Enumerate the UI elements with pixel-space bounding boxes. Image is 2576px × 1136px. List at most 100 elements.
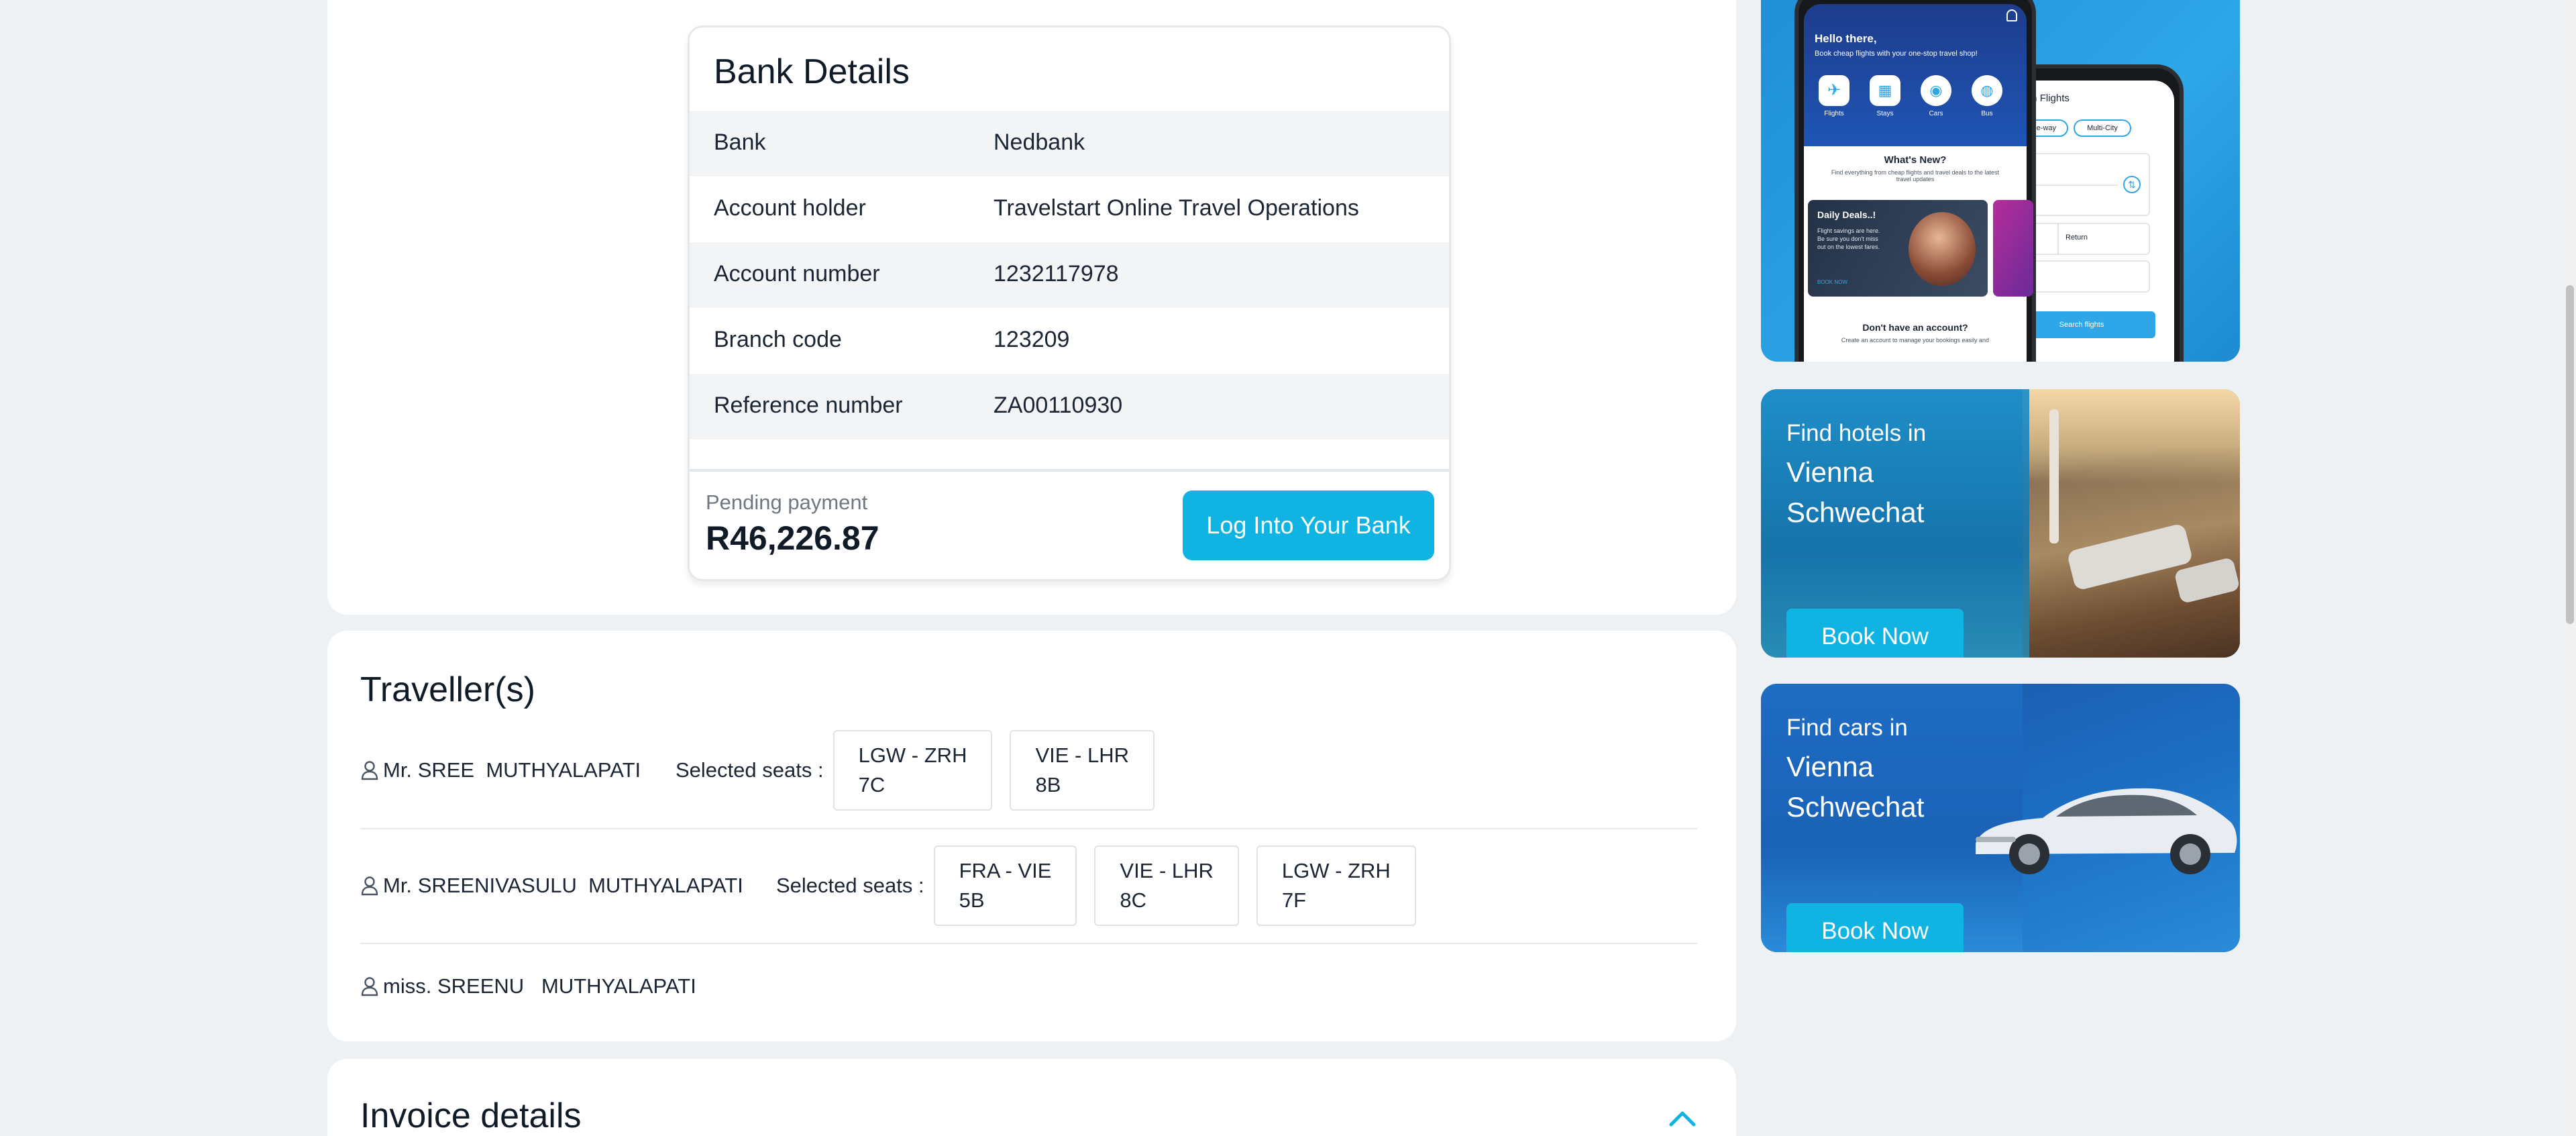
whats-new-subtitle: Find everything from cheap flights and t… <box>1831 169 2000 183</box>
bank-row-value: Nedbank <box>994 130 1085 155</box>
traveller-row: Mr. SREENIVASULU MUTHYALAPATI Selected s… <box>360 845 1697 926</box>
bank-row-value: 123209 <box>994 327 1070 352</box>
hotels-promo-text: Find hotels in Vienna Schwechat <box>1786 420 1926 533</box>
bank-row-label: Account number <box>714 261 880 287</box>
deal-photo <box>1909 212 1976 286</box>
no-account-title: Don't have an account? <box>1862 322 1968 333</box>
bank-row-value: ZA00110930 <box>994 393 1123 418</box>
seat-route: VIE - LHR <box>1035 743 1129 767</box>
cars-promo-line: Find cars in <box>1786 715 1908 741</box>
traveller-title: Mr. <box>383 874 413 897</box>
trip-multi-city: Multi-City <box>2074 119 2131 137</box>
bank-row-label: Bank <box>714 130 766 155</box>
traveller-row: Mr. SREE MUTHYALAPATI Selected seats : L… <box>360 730 1697 811</box>
bank-row-label: Branch code <box>714 327 842 352</box>
app-tagline: Book cheap flights with your one-stop tr… <box>1815 50 1978 58</box>
app-icon-cars: ◉ Cars <box>1921 75 1951 117</box>
bank-row: Bank Nedbank <box>690 111 1449 176</box>
bank-row-label: Reference number <box>714 393 903 418</box>
seat-number: 8B <box>1035 773 1061 796</box>
daily-deals-card: Daily Deals..! Flight savings are here. … <box>1808 200 1988 297</box>
cars-promo-text: Find cars in Vienna Schwechat <box>1786 715 1924 827</box>
chevron-up-icon[interactable] <box>1666 1106 1699 1130</box>
person-icon <box>361 761 378 780</box>
hotel-photo <box>2023 389 2240 658</box>
invoice-details-card[interactable]: Invoice details <box>327 1059 1736 1136</box>
bank-row-value: 1232117978 <box>994 261 1119 287</box>
app-greeting: Hello there, <box>1815 32 1877 45</box>
seat-chip[interactable]: VIE - LHR 8C <box>1094 845 1239 926</box>
seat-route: FRA - VIE <box>959 859 1052 882</box>
cars-book-now-button[interactable]: Book Now <box>1786 903 1964 952</box>
invoice-details-title: Invoice details <box>360 1096 582 1135</box>
app-icon-stays: ▦ Stays <box>1870 75 1900 117</box>
seat-number: 7F <box>1281 888 1307 912</box>
travellers-title: Traveller(s) <box>360 670 535 709</box>
lounger-shape <box>2066 523 2194 591</box>
promo-card-peek <box>1993 200 2033 297</box>
traveller-title: miss. <box>383 974 432 998</box>
app-icon-flights: ✈ Flights <box>1819 75 1849 117</box>
payment-section: Bank Details Bank Nedbank Account holder… <box>327 0 1736 615</box>
pending-payment-label: Pending payment <box>706 490 868 514</box>
scrollbar-thumb[interactable] <box>2566 285 2574 624</box>
cars-promo-city: Vienna <box>1786 751 1874 782</box>
seat-route: VIE - LHR <box>1120 859 1214 882</box>
traveller-name: Mr. SREENIVASULU MUTHYALAPATI <box>360 874 776 898</box>
phone-mockup-front: Hello there, Book cheap flights with you… <box>1794 0 2036 362</box>
app-icon-bus: ◍ Bus <box>1972 75 2002 117</box>
traveller-name: Mr. SREE MUTHYALAPATI <box>360 758 676 782</box>
pending-payment-amount: R46,226.87 <box>706 519 879 557</box>
traveller-first-name: SREE <box>417 758 475 782</box>
seat-number: 5B <box>959 888 985 912</box>
hotels-promo-city: Schwechat <box>1786 497 1925 528</box>
traveller-name: miss. SREENU MUTHYALAPATI <box>360 974 696 998</box>
selected-seats-label: Selected seats : <box>776 874 924 897</box>
daily-deals-cta: BOOK NOW <box>1817 279 1847 285</box>
cars-promo-city: Schwechat <box>1786 791 1925 823</box>
seat-number: 8C <box>1120 888 1147 912</box>
bank-details-card: Bank Details Bank Nedbank Account holder… <box>688 25 1451 581</box>
cars-promo-banner[interactable]: Find cars in Vienna Schwechat Book Now <box>1761 684 2240 952</box>
app-header: Hello there, Book cheap flights with you… <box>1804 4 2027 146</box>
traveller-last-name: MUTHYALAPATI <box>541 974 696 998</box>
daily-deals-title: Daily Deals..! <box>1817 209 1876 220</box>
log-into-bank-button[interactable]: Log Into Your Bank <box>1183 490 1434 560</box>
no-account-subtitle: Create an account to manage your booking… <box>1841 337 1990 344</box>
hotels-book-now-button[interactable]: Book Now <box>1786 609 1964 658</box>
car-image <box>1976 788 2237 874</box>
travellers-card: Traveller(s) Mr. SREE MUTHYALAPATI Selec… <box>327 631 1736 1041</box>
traveller-title: Mr. <box>383 758 413 782</box>
traveller-last-name: MUTHYALAPATI <box>588 874 743 897</box>
app-promo-banner[interactable]: Search Flights One-way Multi-City ⇅ Retu… <box>1761 0 2240 362</box>
bank-row: Branch code 123209 <box>690 308 1449 374</box>
seat-chip[interactable]: LGW - ZRH 7F <box>1256 845 1416 926</box>
umbrella-shape <box>2049 409 2059 544</box>
traveller-last-name: MUTHYALAPATI <box>486 758 641 782</box>
row-divider <box>360 828 1697 829</box>
divider <box>690 469 1449 472</box>
seat-route: LGW - ZRH <box>1281 859 1391 882</box>
bank-row-label: Account holder <box>714 195 866 221</box>
bank-row: Account number 1232117978 <box>690 242 1449 308</box>
app-body: What's New? Find everything from cheap f… <box>1804 146 2033 362</box>
bank-row: Account holder Travelstart Online Travel… <box>690 176 1449 242</box>
seat-chip[interactable]: FRA - VIE 5B <box>933 845 1077 926</box>
hotels-promo-banner[interactable]: Find hotels in Vienna Schwechat Book Now <box>1761 389 2240 658</box>
person-icon <box>361 876 378 896</box>
selected-seats-label: Selected seats : <box>676 758 824 782</box>
return-label: Return <box>2065 234 2088 242</box>
row-divider <box>360 943 1697 944</box>
bank-details-title: Bank Details <box>714 52 910 91</box>
bank-row: Reference number ZA00110930 <box>690 374 1449 440</box>
divider <box>2057 224 2059 254</box>
seat-number: 7C <box>858 773 885 796</box>
traveller-first-name: SREENU <box>437 974 525 998</box>
daily-deals-text: Flight savings are here. Be sure you don… <box>1817 227 1880 250</box>
traveller-first-name: SREENIVASULU <box>417 874 577 897</box>
hotels-promo-line: Find hotels in <box>1786 420 1927 446</box>
seat-chip[interactable]: VIE - LHR 8B <box>1010 730 1155 811</box>
seat-chip[interactable]: LGW - ZRH 7C <box>833 730 993 811</box>
seat-route: LGW - ZRH <box>858 743 967 767</box>
bell-icon <box>2006 9 2017 21</box>
